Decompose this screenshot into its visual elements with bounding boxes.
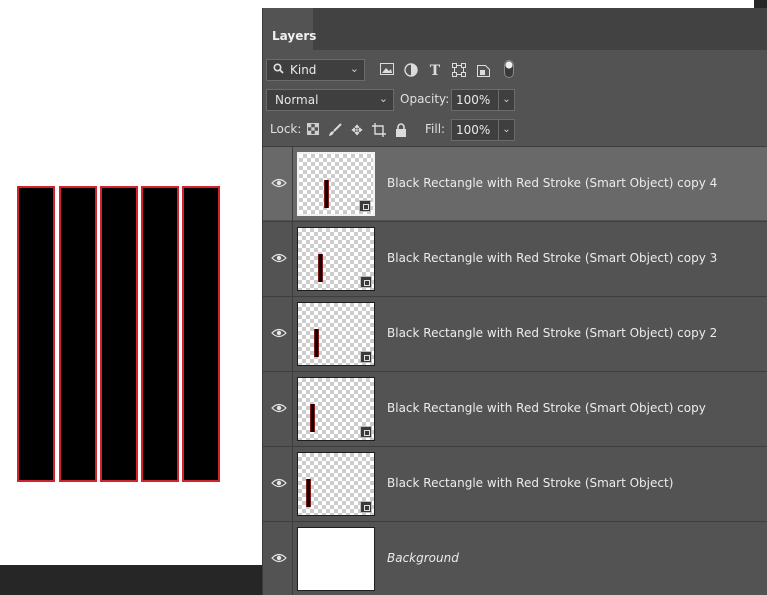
- smart-object-badge-icon: [360, 351, 372, 363]
- smart-object-badge-icon: [360, 426, 372, 438]
- layer-thumbnail[interactable]: [297, 227, 375, 291]
- lock-artboard-icon[interactable]: [371, 123, 387, 139]
- panel-tab-bar: Layers: [263, 8, 767, 50]
- chevron-down-icon: ⌄: [378, 92, 388, 105]
- layer-thumbnail[interactable]: [297, 302, 375, 366]
- blend-row: Normal ⌄ Opacity: 100% ⌄: [263, 86, 767, 116]
- rectangle-preview: [310, 404, 315, 432]
- lock-row: Lock: ✥ Fill: 100% ⌄: [263, 116, 767, 146]
- tab-layers[interactable]: Layers: [263, 8, 316, 50]
- rectangle-preview: [318, 254, 323, 282]
- canvas-rectangle-5[interactable]: [182, 186, 220, 482]
- canvas-rectangle-1[interactable]: [17, 186, 55, 482]
- layer-thumbnail[interactable]: [297, 152, 375, 216]
- layer-name[interactable]: Background: [387, 551, 459, 565]
- type-filter-icon[interactable]: T: [427, 63, 443, 79]
- divider: [292, 222, 293, 296]
- divider: [292, 447, 293, 521]
- smart-object-badge-icon: [360, 276, 372, 288]
- layer-row[interactable]: Background: [263, 521, 767, 595]
- blend-mode-value: Normal: [275, 93, 319, 107]
- opacity-dropdown-icon[interactable]: ⌄: [499, 89, 515, 111]
- search-icon: [273, 63, 284, 77]
- eye-icon[interactable]: [271, 175, 287, 191]
- filter-kind-select[interactable]: Kind ⌄: [266, 59, 365, 81]
- fill-dropdown-icon[interactable]: ⌄: [499, 119, 515, 141]
- image-filter-icon[interactable]: [379, 63, 395, 79]
- layer-name[interactable]: Black Rectangle with Red Stroke (Smart O…: [387, 326, 717, 340]
- chevron-down-icon: ⌄: [349, 62, 359, 75]
- eye-icon[interactable]: [271, 250, 287, 266]
- layers-panel: Layers Kind ⌄ T Normal ⌄ Opacity: 100% ⌄…: [262, 8, 767, 595]
- shape-filter-icon[interactable]: [451, 63, 467, 79]
- divider: [292, 372, 293, 446]
- fill-input[interactable]: 100%: [451, 119, 499, 141]
- smart-object-badge-icon: [359, 200, 371, 212]
- pasteboard: [0, 565, 262, 595]
- eye-icon[interactable]: [271, 400, 287, 416]
- smart-object-badge-icon: [360, 501, 372, 513]
- rectangle-preview: [314, 329, 319, 357]
- blend-mode-select[interactable]: Normal ⌄: [266, 89, 394, 111]
- rectangle-preview: [306, 479, 311, 507]
- divider: [292, 522, 293, 595]
- lock-transparent-pixels-icon[interactable]: [305, 123, 321, 139]
- layer-row[interactable]: Black Rectangle with Red Stroke (Smart O…: [263, 446, 767, 521]
- canvas-rectangle-4[interactable]: [141, 186, 179, 482]
- layer-row[interactable]: Black Rectangle with Red Stroke (Smart O…: [263, 371, 767, 446]
- layer-name[interactable]: Black Rectangle with Red Stroke (Smart O…: [387, 476, 673, 490]
- layer-name[interactable]: Black Rectangle with Red Stroke (Smart O…: [387, 251, 717, 265]
- opacity-input[interactable]: 100%: [451, 89, 499, 111]
- eye-icon[interactable]: [271, 325, 287, 341]
- divider: [292, 147, 293, 221]
- layer-name[interactable]: Black Rectangle with Red Stroke (Smart O…: [387, 401, 706, 415]
- eye-icon[interactable]: [271, 550, 287, 566]
- filter-row: Kind ⌄ T: [263, 56, 767, 86]
- layer-name[interactable]: Black Rectangle with Red Stroke (Smart O…: [387, 176, 717, 190]
- filter-kind-label: Kind: [290, 63, 317, 77]
- fill-label: Fill:: [425, 122, 446, 136]
- opacity-label: Opacity:: [400, 92, 450, 106]
- divider: [292, 297, 293, 371]
- smart-object-filter-icon[interactable]: [475, 63, 491, 79]
- rectangle-preview: [324, 180, 329, 208]
- layer-thumbnail[interactable]: [297, 527, 375, 591]
- canvas-rectangle-2[interactable]: [59, 186, 97, 482]
- lock-image-pixels-icon[interactable]: [327, 123, 343, 139]
- layer-row[interactable]: Black Rectangle with Red Stroke (Smart O…: [263, 146, 767, 221]
- lock-label: Lock:: [270, 122, 302, 136]
- adjustment-filter-icon[interactable]: [403, 63, 419, 79]
- pasteboard-corner: [754, 0, 767, 8]
- lock-all-icon[interactable]: [393, 123, 409, 139]
- layer-thumbnail[interactable]: [297, 377, 375, 441]
- eye-icon[interactable]: [271, 475, 287, 491]
- lock-position-icon[interactable]: ✥: [349, 123, 365, 139]
- layer-row[interactable]: Black Rectangle with Red Stroke (Smart O…: [263, 296, 767, 371]
- filter-toggle-icon[interactable]: [501, 60, 517, 78]
- layer-thumbnail[interactable]: [297, 452, 375, 516]
- canvas-rectangle-3[interactable]: [100, 186, 138, 482]
- layer-row[interactable]: Black Rectangle with Red Stroke (Smart O…: [263, 221, 767, 296]
